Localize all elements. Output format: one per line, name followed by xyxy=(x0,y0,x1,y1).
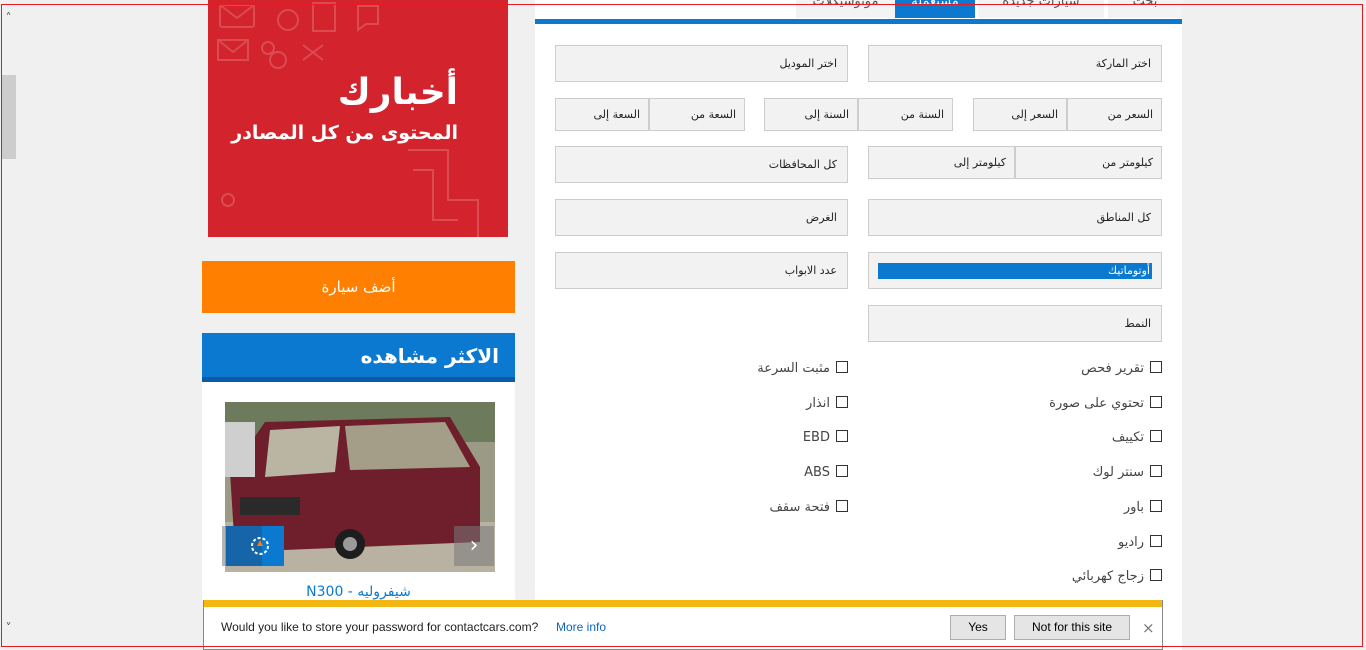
password-save-prompt: Would you like to store your password fo… xyxy=(203,600,1163,650)
price-from-select[interactable]: السعر من xyxy=(1067,98,1162,131)
checkbox[interactable] xyxy=(1150,395,1162,408)
checkbox[interactable] xyxy=(836,395,848,408)
prompt-question: Would you like to store your password fo… xyxy=(221,620,539,634)
year-from-select[interactable]: السنة من xyxy=(858,98,953,131)
tab-used-cars[interactable]: مستعملة xyxy=(895,0,975,18)
transmission-selected-option: أوتوماتيك xyxy=(878,263,1152,279)
feature-abs[interactable]: ABS xyxy=(804,464,848,482)
banner-pattern xyxy=(217,2,479,237)
prompt-accent-bar xyxy=(204,600,1162,607)
checkbox[interactable] xyxy=(836,499,848,512)
checkbox[interactable] xyxy=(1150,499,1162,512)
area-select[interactable]: كل المناطق xyxy=(868,199,1162,236)
tabs-underline xyxy=(535,19,1182,24)
doors-select[interactable]: عدد الابواب xyxy=(555,252,848,289)
km-to-select[interactable]: كيلومتر إلى xyxy=(868,146,1015,179)
news-tagline: المحتوى من كل المصادر xyxy=(231,122,458,144)
add-car-button[interactable]: أضف سيارة xyxy=(202,261,515,313)
feature-has-photo[interactable]: تحتوي على صورة xyxy=(1049,395,1162,413)
governorate-select[interactable]: كل المحافظات xyxy=(555,146,848,183)
most-viewed-title: الاكثر مشاهده xyxy=(360,344,499,368)
feature-power-steering[interactable]: باور xyxy=(1124,499,1162,517)
feature-cruise-control[interactable]: مثبت السرعة xyxy=(757,360,848,378)
feature-power-windows[interactable]: زجاج كهربائي xyxy=(1072,568,1162,586)
body-style-select[interactable]: النمط xyxy=(868,305,1162,342)
news-logo: أخبارك xyxy=(337,72,458,113)
feature-central-lock[interactable]: سنتر لوك xyxy=(1093,464,1162,482)
brand-select[interactable]: اختر الماركة xyxy=(868,45,1162,82)
tab-motorcycles[interactable]: موتوسيكلات xyxy=(796,0,895,18)
transmission-select[interactable]: أوتوماتيك xyxy=(868,252,1162,289)
close-icon[interactable]: × xyxy=(1142,619,1155,637)
checkbox[interactable] xyxy=(836,464,848,477)
slideshow-play-icon[interactable] xyxy=(226,526,284,566)
model-select[interactable]: اختر الموديل xyxy=(555,45,848,82)
feature-inspection-report[interactable]: تقرير فحص xyxy=(1081,360,1162,378)
engine-from-select[interactable]: السعة من xyxy=(649,98,745,131)
checkbox[interactable] xyxy=(1150,568,1162,581)
tab-search[interactable]: بحث xyxy=(1108,0,1182,18)
feature-ebd[interactable]: EBD xyxy=(803,429,848,447)
most-viewed-carousel: ‹ › شيفروليه - N300 xyxy=(202,382,515,602)
km-from-select[interactable]: كيلومتر من xyxy=(1015,146,1162,179)
search-tabs: بحث سيارات جديدة مستعملة موتوسيكلات xyxy=(535,0,1182,25)
checkbox[interactable] xyxy=(1150,464,1162,477)
not-for-this-site-button[interactable]: Not for this site xyxy=(1014,615,1130,640)
chevron-up-icon[interactable]: ˄ xyxy=(0,10,17,27)
more-info-link[interactable]: More info xyxy=(556,620,606,634)
feature-ac[interactable]: تكييف xyxy=(1112,429,1162,447)
most-viewed-header: الاكثر مشاهده xyxy=(202,333,515,382)
feature-alarm[interactable]: انذار xyxy=(806,395,848,413)
chevron-down-icon[interactable]: ˅ xyxy=(0,620,17,637)
feature-radio[interactable]: راديو xyxy=(1118,534,1162,552)
yes-button[interactable]: Yes xyxy=(950,615,1006,640)
page-scrollbar[interactable]: ˄ ˅ xyxy=(0,0,17,650)
chevron-right-icon[interactable]: › xyxy=(454,526,494,566)
checkbox[interactable] xyxy=(1150,534,1162,547)
price-to-select[interactable]: السعر إلى xyxy=(973,98,1067,131)
year-to-select[interactable]: السنة إلى xyxy=(764,98,858,131)
checkbox[interactable] xyxy=(1150,429,1162,442)
engine-to-select[interactable]: السعة إلى xyxy=(555,98,649,131)
tab-new-cars[interactable]: سيارات جديدة xyxy=(978,0,1104,18)
scrollbar-thumb[interactable] xyxy=(2,75,16,159)
checkbox[interactable] xyxy=(1150,360,1162,373)
checkbox[interactable] xyxy=(836,429,848,442)
news-banner-ad[interactable]: أخبارك المحتوى من كل المصادر xyxy=(208,0,508,237)
purpose-select[interactable]: الغرض xyxy=(555,199,848,236)
car-title-link[interactable]: شيفروليه - N300 xyxy=(202,584,515,600)
feature-sunroof[interactable]: فتحة سقف xyxy=(769,499,848,517)
checkbox[interactable] xyxy=(836,360,848,373)
